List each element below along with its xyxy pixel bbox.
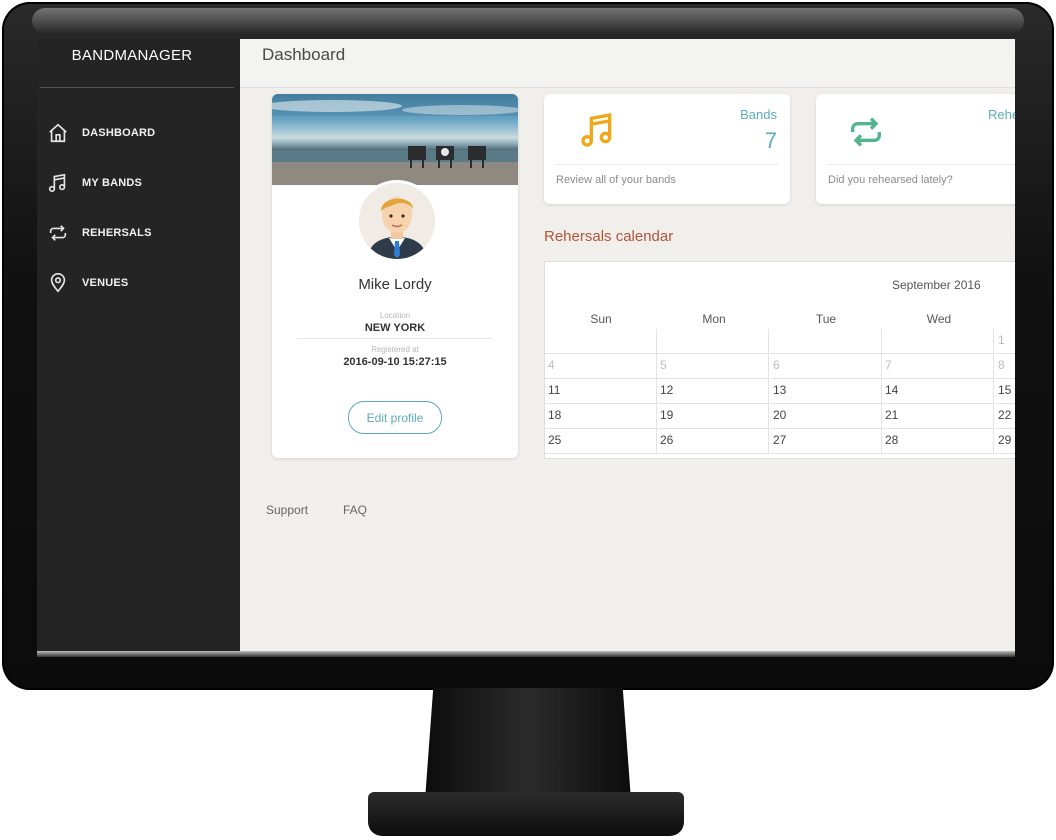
profile-card: Mike Lordy Location NEW YORK Registered … [272, 94, 518, 458]
header: Dashboard [240, 39, 1015, 88]
calendar-day[interactable]: 26 [657, 429, 769, 454]
calendar-day[interactable] [882, 329, 994, 354]
bezel-shine [32, 8, 1024, 34]
calendar-day[interactable]: 11 [545, 379, 657, 404]
avatar [356, 180, 438, 262]
sidebar: BANDMANAGER DASHBOARD MY BANDS REHERSALS… [37, 39, 240, 651]
stat-value: 7 [764, 128, 777, 153]
sidebar-item-label: DASHBOARD [82, 127, 156, 139]
calendar-day[interactable]: 19 [657, 404, 769, 429]
location-value: NEW YORK [364, 322, 426, 334]
divider [828, 164, 1015, 165]
calendar-month: September 2016 [892, 278, 981, 292]
calendar-day[interactable] [770, 329, 882, 354]
profile-name: Mike Lordy [358, 276, 432, 293]
rehearsals-stat-card[interactable]: Rehe Did you rehearsed lately? [816, 94, 1015, 204]
calendar-day[interactable]: 15 [995, 379, 1015, 404]
stat-title: Rehe [988, 107, 1015, 122]
location-label: Location [379, 311, 411, 320]
calendar-day[interactable]: 13 [770, 379, 882, 404]
calendar-day[interactable]: 8 [995, 354, 1015, 379]
calendar-day[interactable]: 5 [657, 354, 769, 379]
weekday-header: Tue [815, 312, 837, 326]
sidebar-item-venues[interactable]: VENUES [37, 263, 240, 303]
calendar-day[interactable]: 29 [995, 429, 1015, 454]
calendar-title: Rehersals calendar [544, 228, 674, 245]
music-note-icon [46, 171, 70, 195]
calendar-day[interactable]: 4 [545, 354, 657, 379]
monitor-stand-base [368, 792, 684, 836]
sidebar-item-label: REHERSALS [82, 227, 152, 239]
sidebar-item-dashboard[interactable]: DASHBOARD [37, 113, 240, 153]
support-link[interactable]: Support [266, 503, 308, 517]
calendar-day[interactable]: 25 [545, 429, 657, 454]
map-pin-icon [46, 271, 70, 295]
repeat-icon [846, 112, 886, 152]
registered-value: 2016-09-10 15:27:15 [343, 356, 447, 368]
calendar-day[interactable]: 6 [770, 354, 882, 379]
registered-label: Registered at [371, 345, 419, 354]
calendar-day[interactable]: 21 [882, 404, 994, 429]
calendar-day[interactable]: 1 [995, 329, 1015, 354]
divider [556, 164, 778, 165]
sidebar-item-label: MY BANDS [82, 177, 143, 189]
stat-description: Review all of your bands [556, 174, 676, 186]
sidebar-item-label: VENUES [82, 277, 129, 289]
divider [297, 338, 493, 339]
repeat-icon [46, 221, 70, 245]
monitor-chin [37, 651, 1015, 657]
monitor-stand-neck [425, 688, 631, 800]
weekday-header: Wed [926, 312, 952, 326]
calendar-day[interactable] [657, 329, 769, 354]
calendar-day[interactable]: 14 [882, 379, 994, 404]
calendar-day[interactable]: 27 [770, 429, 882, 454]
weekday-header: Sun [590, 312, 612, 326]
weekday-header: Mon [702, 312, 726, 326]
calendar-day[interactable]: 28 [882, 429, 994, 454]
page-title: Dashboard [262, 45, 346, 64]
calendar-day[interactable]: 22 [995, 404, 1015, 429]
music-note-icon [578, 110, 618, 150]
edit-profile-button[interactable]: Edit profile [348, 401, 442, 434]
calendar-day[interactable]: 18 [545, 404, 657, 429]
sidebar-item-my-bands[interactable]: MY BANDS [37, 163, 240, 203]
calendar-day[interactable]: 7 [882, 354, 994, 379]
rehearsals-calendar: September 2016 Sun Mon Tue Wed 1 4 5 6 7… [544, 261, 1015, 459]
brand-logo[interactable]: BANDMANAGER [37, 47, 227, 64]
stat-description: Did you rehearsed lately? [828, 174, 953, 186]
faq-link[interactable]: FAQ [343, 503, 367, 517]
divider [40, 87, 234, 88]
calendar-day[interactable] [545, 329, 657, 354]
bands-stat-card[interactable]: Bands 7 Review all of your bands [544, 94, 790, 204]
stat-title: Bands [740, 107, 777, 122]
calendar-day[interactable]: 12 [657, 379, 769, 404]
screen: BANDMANAGER DASHBOARD MY BANDS REHERSALS… [37, 39, 1015, 651]
home-icon [46, 121, 70, 145]
sidebar-item-rehersals[interactable]: REHERSALS [37, 213, 240, 253]
calendar-day[interactable]: 20 [770, 404, 882, 429]
cover-image [272, 94, 518, 185]
